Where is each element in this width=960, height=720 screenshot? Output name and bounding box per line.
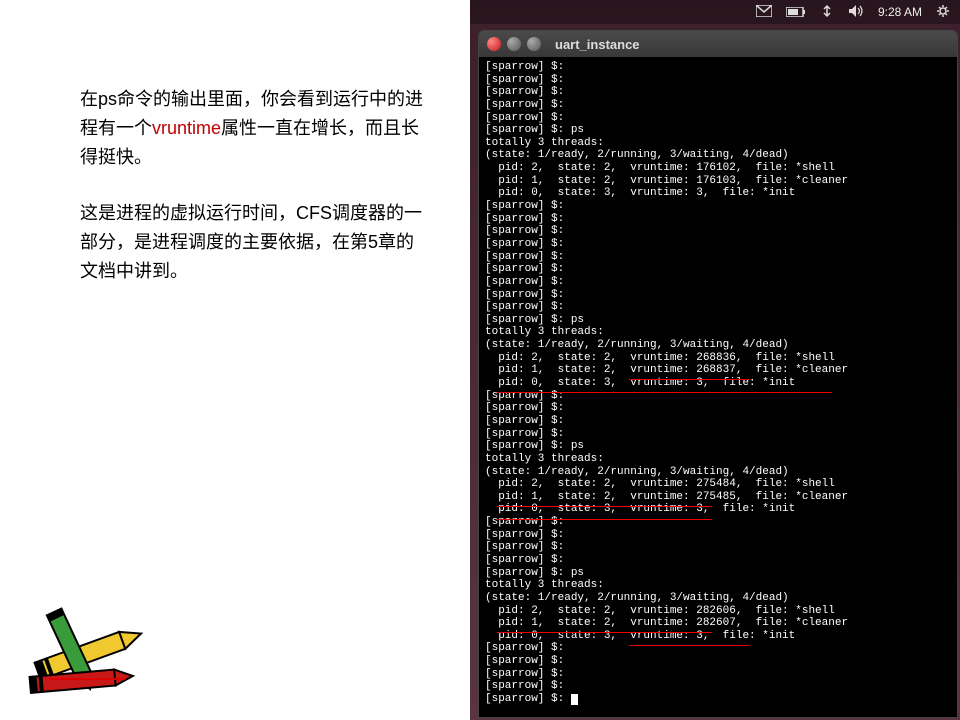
red-underline — [497, 632, 712, 633]
window-title: uart_instance — [555, 37, 640, 52]
mail-icon[interactable] — [756, 5, 772, 20]
vruntime-highlight: vruntime — [152, 118, 221, 138]
red-underline — [629, 379, 749, 380]
red-scribble-line — [50, 678, 125, 680]
sound-icon[interactable] — [848, 4, 864, 21]
battery-icon[interactable] — [786, 5, 806, 20]
network-icon[interactable] — [820, 4, 834, 21]
maximize-icon[interactable] — [527, 37, 541, 51]
red-underline — [497, 392, 832, 393]
close-icon[interactable] — [487, 37, 501, 51]
gear-icon[interactable] — [936, 4, 950, 21]
top-menubar: 9:28 AM — [470, 0, 960, 24]
red-underline — [629, 645, 749, 646]
red-underline — [497, 519, 712, 520]
crayon-decoration — [5, 585, 165, 715]
minimize-icon[interactable] — [507, 37, 521, 51]
terminal-output[interactable]: [sparrow] $: [sparrow] $: [sparrow] $: [… — [479, 57, 957, 710]
terminal-window: uart_instance [sparrow] $: [sparrow] $: … — [478, 30, 958, 718]
paragraph-1: 在ps命令的输出里面，你会看到运行中的进程有一个vruntime属性一直在增长，… — [80, 85, 430, 171]
window-titlebar[interactable]: uart_instance — [479, 31, 957, 57]
paragraph-2: 这是进程的虚拟运行时间，CFS调度器的一部分，是进程调度的主要依据，在第5章的文… — [80, 199, 430, 285]
red-underline — [497, 506, 712, 507]
clock-time[interactable]: 9:28 AM — [878, 5, 922, 19]
explanation-text: 在ps命令的输出里面，你会看到运行中的进程有一个vruntime属性一直在增长，… — [80, 85, 430, 314]
